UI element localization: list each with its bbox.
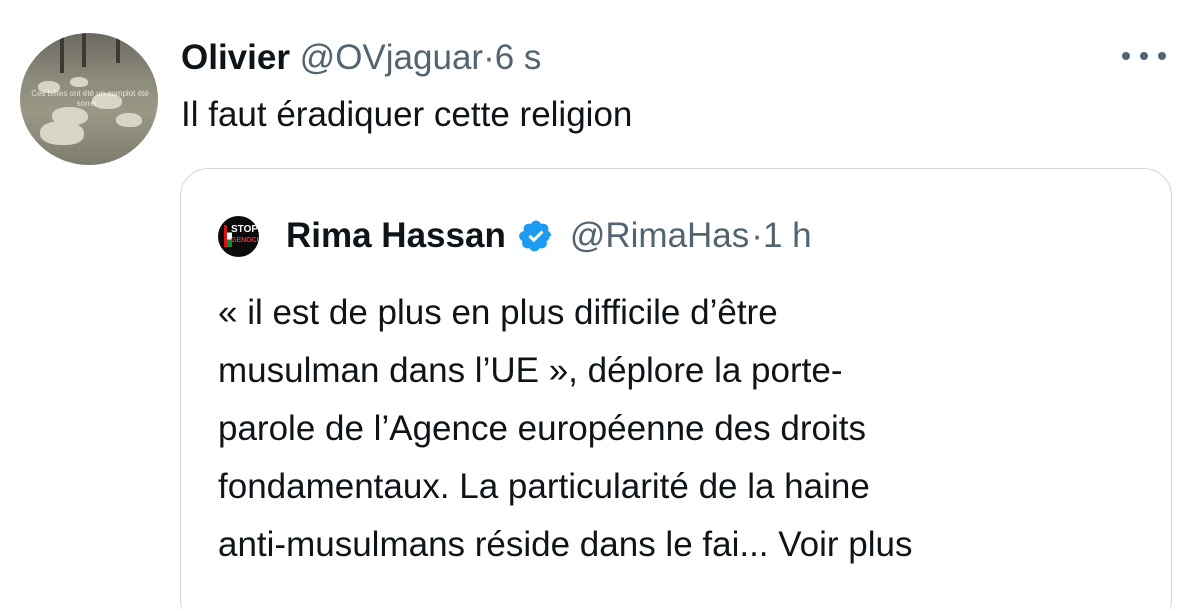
quoted-tweet[interactable]: STOP GENOCIDE Rima Hassan @RimaHas·1 h «… [180, 168, 1172, 609]
tweet[interactable]: Ces bêtes ont été un complot été sorrel.… [0, 0, 1200, 609]
avatar-genocide-text: GENOCIDE [231, 237, 259, 244]
see-more-link[interactable]: Voir plus [778, 525, 912, 564]
avatar-sheep [70, 77, 88, 87]
tweet-text: Il faut éradiquer cette religion [181, 95, 633, 134]
quote-author-handle[interactable]: @RimaHas [570, 212, 749, 260]
quote-time[interactable]: 1 h [763, 212, 812, 260]
quote-author-name[interactable]: Rima Hassan [286, 212, 506, 260]
quote-header: Rima Hassan @RimaHas · 1 h [286, 212, 812, 260]
avatar-tree [82, 33, 86, 67]
more-dot [1158, 52, 1166, 60]
avatar-tree [60, 33, 64, 73]
tweet-header: Olivier @OVjaguar·6 s [181, 34, 541, 82]
avatar-tree [116, 33, 120, 63]
quote-text-truncated: anti-musulmans réside dans le fai... [218, 525, 779, 564]
separator-dot: · [751, 216, 763, 255]
more-dot [1122, 52, 1130, 60]
quote-text-line: parole de l’Agence européenne des droits [218, 409, 866, 448]
quote-text-line: musulman dans l’UE », déplore la porte- [218, 351, 843, 390]
more-dots-icon[interactable] [1122, 44, 1166, 68]
author-avatar[interactable]: Ces bêtes ont été un complot été sorrel.… [20, 33, 158, 165]
avatar-stop-text: STOP [231, 224, 259, 235]
quote-author-avatar[interactable]: STOP GENOCIDE [218, 216, 259, 257]
author-handle[interactable]: @OVjaguar [300, 38, 483, 77]
quote-text: « il est de plus en plus difficile d’êtr… [218, 284, 1148, 574]
more-dot [1140, 52, 1148, 60]
quote-text-line: « il est de plus en plus difficile d’êtr… [218, 293, 778, 332]
author-name[interactable]: Olivier [181, 38, 300, 77]
avatar-sheep [116, 113, 142, 127]
separator-dot: · [483, 38, 495, 77]
avatar-sheep [40, 121, 84, 145]
quote-text-line: fondamentaux. La particularité de la hai… [218, 467, 870, 506]
verified-badge-icon [518, 220, 552, 252]
tweet-time[interactable]: 6 s [495, 38, 542, 77]
avatar-overlay-text: Ces bêtes ont été un complot été sorrel.… [31, 89, 149, 108]
quote-text-line-last: anti-musulmans réside dans le fai... Voi… [218, 516, 1148, 574]
